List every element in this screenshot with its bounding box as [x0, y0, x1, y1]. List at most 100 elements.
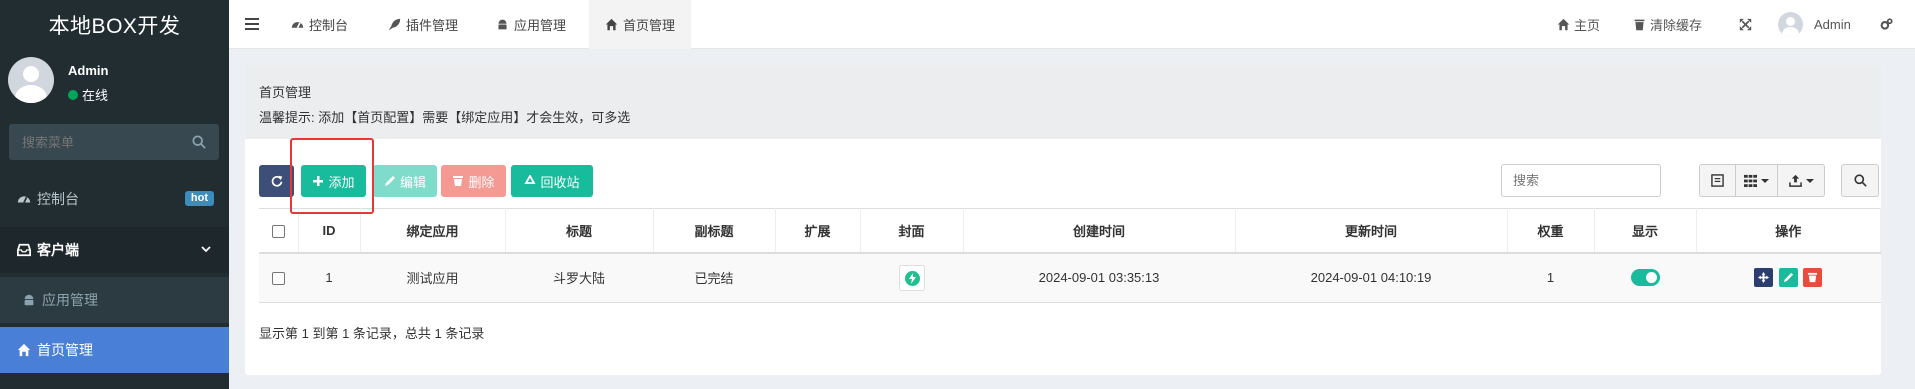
home-icon [1557, 18, 1570, 31]
menu-search-input[interactable] [9, 124, 179, 160]
app-logo[interactable]: 本地BOX开发 [0, 0, 229, 49]
row-delete-button[interactable] [1803, 268, 1823, 288]
android-icon [24, 294, 34, 306]
list-icon [1711, 174, 1724, 187]
android-icon [498, 19, 507, 30]
sidebar-item-home-management[interactable]: 首页管理 [0, 327, 229, 373]
column-header[interactable]: 权重 [1507, 208, 1595, 254]
tab-dashboard[interactable]: 控制台 [291, 0, 348, 49]
dashboard-icon [17, 196, 31, 203]
sidebar-item-label: 控制台 [37, 191, 79, 207]
tab-label: 应用管理 [514, 18, 567, 33]
online-dot-icon [68, 89, 78, 100]
cell-subtitle: 已完结 [653, 252, 775, 303]
display-toggle[interactable] [1630, 269, 1660, 287]
user-menu-label: Admin [1814, 17, 1851, 32]
toggle-view-button[interactable] [1699, 164, 1736, 197]
sidebar-item-client[interactable]: 客户端 [0, 227, 229, 273]
cell-app: 测试应用 [360, 252, 505, 303]
row-edit-button[interactable] [1778, 268, 1798, 288]
gears-icon [1880, 18, 1893, 30]
cell-updated: 2024-09-01 04:10:19 [1235, 252, 1507, 303]
grid-icon [1744, 174, 1757, 187]
recycle-icon [524, 175, 537, 184]
column-header[interactable]: 副标题 [653, 208, 776, 254]
column-header[interactable]: 绑定应用 [360, 208, 506, 254]
edit-button[interactable]: 编辑 [373, 165, 437, 197]
home-link[interactable]: 主页 [1557, 0, 1600, 49]
sidebar-item-label: 应用管理 [42, 292, 98, 308]
search-button[interactable] [1841, 164, 1879, 197]
pagination-summary: 显示第 1 到第 1 条记录，总共 1 条记录 [259, 326, 485, 341]
sidebar-item-app-management[interactable]: 应用管理 [0, 277, 229, 323]
sidebar-item-dashboard[interactable]: 控制台 hot [0, 176, 229, 222]
trash-icon [1808, 273, 1818, 283]
search-icon [1853, 174, 1867, 187]
fullscreen-button[interactable] [1739, 0, 1752, 49]
pencil-icon [384, 176, 395, 186]
user-status-label: 在线 [82, 88, 109, 103]
recycle-bin-button[interactable]: 回收站 [511, 165, 593, 197]
select-all-cell [259, 208, 299, 254]
export-icon [1788, 174, 1802, 187]
sidebar-item-label: 客户端 [37, 242, 79, 258]
column-header[interactable]: 显示 [1594, 208, 1697, 254]
drag-sort-button[interactable] [1754, 268, 1774, 288]
settings-button[interactable] [1880, 0, 1893, 49]
avatar [1778, 12, 1803, 37]
avatar [8, 57, 54, 103]
select-all-checkbox[interactable] [271, 224, 285, 238]
tab-home-management[interactable]: 首页管理 [589, 0, 692, 49]
top-header: 控制台 插件管理 应用管理 首页管理 主页 清除缓存 Admin [229, 0, 1915, 49]
column-header[interactable]: 标题 [505, 208, 654, 254]
trash-icon [1634, 19, 1645, 31]
caret-down-icon [1805, 178, 1814, 183]
cell-display [1594, 252, 1696, 303]
inbox-icon [17, 243, 31, 257]
sidebar: 本地BOX开发 Admin 在线 控制台 hot 客户端 应用管理 首页管理 [0, 0, 229, 389]
tab-label: 首页管理 [623, 18, 676, 33]
rocket-icon [388, 18, 401, 31]
data-table: ID 绑定应用 标题 副标题 扩展 封面 创建时间 更新时间 权重 显示 操作 … [259, 208, 1881, 303]
cell-title: 斗罗大陆 [505, 252, 653, 303]
cover-thumbnail[interactable] [898, 264, 925, 291]
delete-button[interactable]: 删除 [441, 165, 506, 197]
user-menu[interactable]: Admin [1778, 0, 1851, 49]
column-header[interactable]: ID [298, 208, 361, 254]
dashboard-icon [291, 22, 304, 29]
menu-toggle-icon[interactable] [245, 17, 259, 31]
refresh-button[interactable] [259, 165, 294, 197]
search-icon[interactable] [192, 135, 206, 149]
highlight-box [290, 138, 374, 214]
chevron-down-icon [201, 246, 211, 253]
clear-cache-button[interactable]: 清除缓存 [1633, 0, 1702, 49]
row-select-cell [259, 252, 298, 303]
column-header[interactable]: 扩展 [775, 208, 861, 254]
export-button[interactable] [1777, 164, 1825, 197]
user-panel: Admin 在线 [0, 49, 229, 119]
tab-label: 控制台 [309, 18, 349, 33]
column-header[interactable]: 创建时间 [963, 208, 1236, 254]
caret-down-icon [1761, 178, 1769, 183]
cell-actions [1696, 252, 1881, 303]
tab-plugins[interactable]: 插件管理 [388, 0, 458, 49]
cell-weight: 1 [1507, 252, 1594, 303]
table-row[interactable]: 1 测试应用 斗罗大陆 已完结 2024-09-01 03:35:13 2024… [259, 252, 1881, 303]
row-checkbox[interactable] [272, 272, 285, 286]
column-header[interactable]: 封面 [860, 208, 964, 254]
cell-id: 1 [298, 252, 360, 303]
columns-button[interactable] [1735, 164, 1778, 197]
refresh-icon [271, 175, 282, 187]
delete-button-label: 删除 [468, 174, 495, 190]
move-icon [1758, 272, 1770, 284]
cell-ext [775, 252, 860, 303]
column-header[interactable]: 更新时间 [1235, 208, 1508, 254]
panel-header: 首页管理 温馨提示: 添加【首页配置】需要【绑定应用】才会生效，可多选 [245, 65, 1881, 139]
tab-label: 插件管理 [406, 18, 459, 33]
page-title: 首页管理 [259, 85, 312, 100]
user-name: Admin [68, 63, 109, 78]
tab-app-management[interactable]: 应用管理 [496, 0, 566, 49]
menu-search [9, 124, 219, 160]
fullscreen-icon [1739, 18, 1752, 31]
table-search-input[interactable] [1501, 164, 1661, 197]
